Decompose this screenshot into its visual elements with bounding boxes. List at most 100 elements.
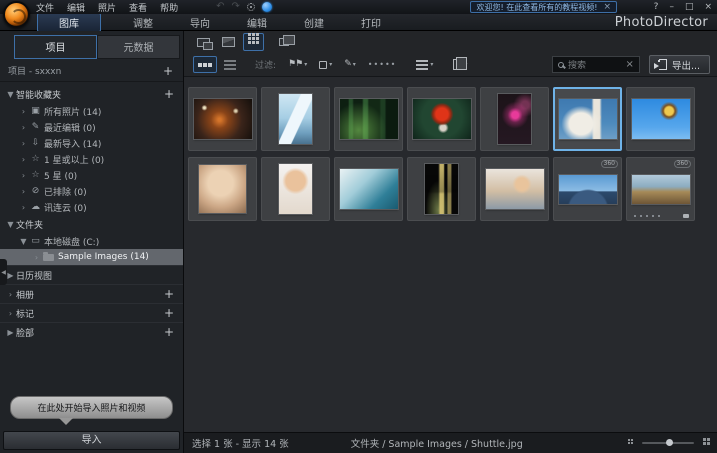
tab-library[interactable]: 图库	[37, 13, 101, 32]
help-button[interactable]: ?	[654, 2, 659, 12]
photo-forest	[340, 99, 398, 139]
item-recently-edited[interactable]: ›✎最近编辑 (0)	[0, 119, 183, 135]
thumbnail-row	[188, 87, 717, 151]
thumbnail-size-slider[interactable]	[642, 442, 694, 444]
rating-dot	[652, 215, 654, 217]
thumbnail-view-toggle[interactable]	[193, 56, 217, 73]
project-row: 项目 - sxxxn +	[0, 59, 183, 82]
caret-down-icon: ▾	[430, 61, 433, 68]
small-thumbnails-icon[interactable]	[628, 439, 630, 441]
flag-filter-button[interactable]: ⚑⚑▾	[283, 56, 312, 73]
menu-item[interactable]: 查看	[129, 1, 147, 14]
notification-dot-icon[interactable]	[262, 2, 272, 12]
app-logo-icon[interactable]	[3, 1, 30, 28]
export-button[interactable]: 导出...	[649, 55, 710, 74]
photo-thumbnail-pano-sphere[interactable]: 360	[553, 157, 622, 221]
add-button[interactable]: +	[162, 327, 176, 337]
photo-thumbnail-forest[interactable]	[334, 87, 403, 151]
menu-item[interactable]: 文件	[36, 1, 54, 14]
expander-icon: ›	[18, 107, 29, 116]
tab-edit[interactable]: 编辑	[239, 14, 275, 31]
rating-dot	[658, 215, 660, 217]
browser-and-viewer-view-button[interactable]	[193, 33, 214, 51]
section-calendar-view[interactable]: ▶日历视图	[0, 265, 183, 284]
close-button[interactable]: ×	[704, 2, 712, 12]
badge-360-icon: 360	[674, 160, 691, 168]
grid-view-button[interactable]	[243, 33, 264, 51]
tab-print[interactable]: 打印	[353, 14, 389, 31]
undo-icon[interactable]: ↶	[216, 2, 224, 12]
sidebar-tab-project[interactable]: 项目	[14, 35, 97, 59]
rating-dot	[640, 215, 642, 217]
photo-neon	[498, 94, 531, 144]
item-1-star-up[interactable]: ›☆1 星或以上 (0)	[0, 151, 183, 167]
compare-view-button[interactable]	[275, 33, 296, 51]
viewer-only-view-button[interactable]	[218, 33, 239, 51]
welcome-tutorial-notification[interactable]: 欢迎您! 在此查看所有的教程视频! ×	[470, 1, 617, 13]
menu-item[interactable]: 照片	[98, 1, 116, 14]
rating-filter-button[interactable]: •••••	[363, 56, 402, 73]
photo-thumbnail-iceberg[interactable]	[261, 87, 330, 151]
add-button[interactable]: +	[162, 89, 176, 99]
expander-icon: ▼	[5, 90, 16, 99]
tab-adjust[interactable]: 调整	[125, 14, 161, 31]
search-clear-icon[interactable]: ×	[626, 60, 634, 70]
add-button[interactable]: +	[162, 308, 176, 318]
item-rejected[interactable]: ›⊘已排除 (0)	[0, 183, 183, 199]
item-latest-import[interactable]: ›⇩最新导入 (14)	[0, 135, 183, 151]
item-5-star[interactable]: ›☆5 星 (0)	[0, 167, 183, 183]
add-button[interactable]: +	[162, 289, 176, 299]
menu-item[interactable]: 帮助	[160, 1, 178, 14]
photo-thumbnail-ocean-wave[interactable]	[334, 157, 403, 221]
photo-pano-sphere	[559, 175, 617, 204]
photo-thumbnail-dark-interior[interactable]	[407, 157, 476, 221]
notification-close-icon[interactable]: ×	[603, 3, 611, 12]
minimize-button[interactable]: –	[669, 2, 674, 12]
maximize-button[interactable]: □	[685, 2, 694, 12]
search-input[interactable]: 搜索	[568, 58, 622, 71]
export-icon	[659, 59, 667, 70]
photo-thumbnail-woman-portrait[interactable]	[188, 157, 257, 221]
sidebar-tab-metadata[interactable]: 元数据	[97, 35, 180, 59]
import-button[interactable]: 导入	[3, 431, 180, 450]
tree-item-label: 智能收藏夹	[16, 88, 61, 101]
menu-item[interactable]: 编辑	[67, 1, 85, 14]
item-local-disk-c[interactable]: ▼▭本地磁盘 (C:)	[0, 233, 183, 249]
sidebar-collapse-handle[interactable]: ◀	[0, 259, 7, 285]
edited-filter-button[interactable]: ✎▾	[339, 56, 361, 73]
photo-thumbnail-woman-relaxing[interactable]	[480, 157, 549, 221]
photo-thumbnail-neon[interactable]	[480, 87, 549, 151]
brand-logo-text: PhotoDirector	[615, 15, 708, 30]
section-smart-collections[interactable]: ▼智能收藏夹 +	[0, 85, 183, 103]
photo-thumbnail-woman-laughing[interactable]	[261, 157, 330, 221]
search-icon	[558, 62, 564, 68]
tab-create[interactable]: 创建	[296, 14, 332, 31]
slider-handle[interactable]	[666, 439, 673, 446]
redo-icon[interactable]: ↷	[231, 2, 239, 12]
item-cyberlink-cloud[interactable]: ›☁讯连云 (0)	[0, 199, 183, 215]
add-project-button[interactable]: +	[161, 66, 175, 76]
tab-guided[interactable]: 导向	[182, 14, 218, 31]
photo-thumbnail-leaf[interactable]	[407, 87, 476, 151]
section-albums[interactable]: ›相册+	[0, 284, 183, 303]
search-box[interactable]: 搜索 ×	[552, 56, 640, 73]
item-all-photos[interactable]: ›▣所有照片 (14)	[0, 103, 183, 119]
color-label-filter-button[interactable]: ▾	[314, 56, 337, 73]
large-thumbnails-icon[interactable]	[703, 438, 706, 441]
stack-button[interactable]: ▾	[440, 56, 472, 73]
item-sample-images[interactable]: ›Sample Images (14)	[0, 249, 183, 265]
notification-text: 欢迎您! 在此查看所有的教程视频!	[476, 2, 597, 13]
photo-thumbnail-snowboarder[interactable]	[626, 87, 695, 151]
list-view-toggle[interactable]	[219, 56, 241, 73]
settings-gear-icon[interactable]	[247, 3, 255, 11]
sort-button[interactable]: ▾	[411, 56, 438, 73]
section-faces[interactable]: ▶脸部+	[0, 322, 183, 341]
photo-pano-beach	[632, 175, 690, 204]
section-tags[interactable]: ›标记+	[0, 303, 183, 322]
photo-thumbnail-shuttle[interactable]	[553, 87, 622, 151]
section-folders[interactable]: ▼文件夹	[0, 215, 183, 233]
photo-thumbnail-basketball[interactable]	[188, 87, 257, 151]
photo-thumbnail-pano-beach[interactable]: 360	[626, 157, 695, 221]
view-mode-row	[184, 31, 717, 53]
mode-tab-bar: 图库 调整 导向 编辑 创建 打印 PhotoDirector	[0, 14, 717, 31]
